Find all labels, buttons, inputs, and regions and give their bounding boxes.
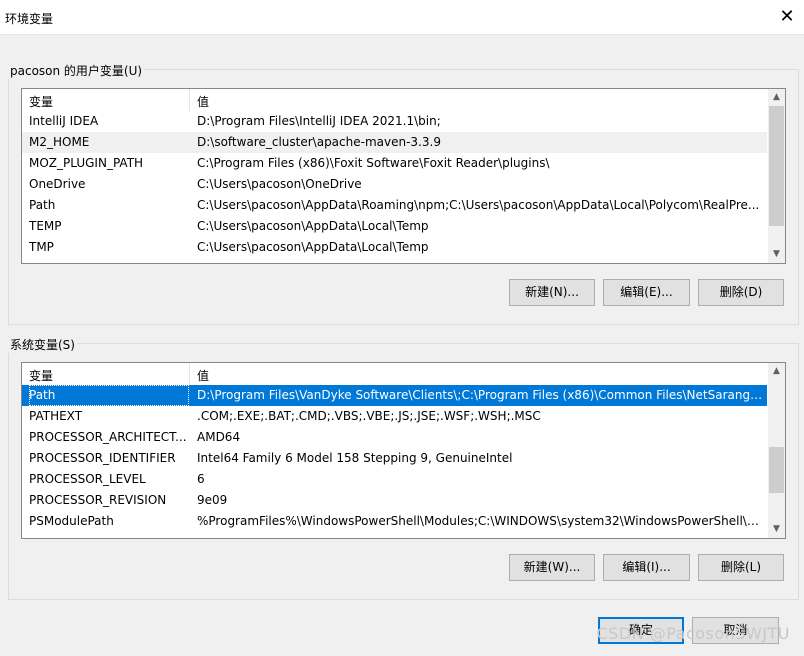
table-row[interactable]: Path D:\Program Files\VanDyke Software\Cl… xyxy=(22,385,767,406)
variable-name-cell: IntelliJ IDEA xyxy=(29,114,99,128)
table-row[interactable]: MOZ_PLUGIN_PATH C:\Program Files (x86)\Fo… xyxy=(22,153,767,174)
variable-value-cell: D:\Program Files\VanDyke Software\Client… xyxy=(197,388,763,402)
variable-value-cell: 9e09 xyxy=(197,493,228,507)
table-row[interactable]: PSModulePath %ProgramFiles%\WindowsPowerS… xyxy=(22,511,767,532)
variable-name-cell: PSModulePath xyxy=(29,514,114,528)
variable-name-cell: TEMP xyxy=(29,219,62,233)
scroll-thumb[interactable] xyxy=(769,106,784,226)
variable-value-cell: C:\Users\pacoson\AppData\Roaming\npm;C:\… xyxy=(197,198,760,212)
variable-name-cell: M2_HOME xyxy=(29,135,90,149)
variable-value-cell: C:\Users\pacoson\AppData\Local\Temp xyxy=(197,219,429,233)
variable-name-cell: TMP xyxy=(29,240,54,254)
window-title: 环境变量 xyxy=(5,12,54,26)
variable-value-cell: C:\Program Files (x86)\Foxit Software\Fo… xyxy=(197,156,550,170)
system-edit-button[interactable]: 编辑(I)... xyxy=(603,554,690,581)
column-divider[interactable] xyxy=(189,363,190,385)
table-row[interactable]: PROCESSOR_ARCHITECT... AMD64 xyxy=(22,427,767,448)
table-row[interactable]: PROCESSOR_LEVEL 6 xyxy=(22,469,767,490)
system-list-scrollbar[interactable]: ▲ ▼ xyxy=(768,363,785,538)
variable-name-cell: Path xyxy=(29,385,189,406)
column-header-variable[interactable]: 变量 xyxy=(29,93,53,110)
scroll-down-arrow-icon[interactable]: ▼ xyxy=(768,521,785,538)
system-variables-list[interactable]: 变量 值 Path D:\Program Files\VanDyke Softwa… xyxy=(21,362,786,539)
variable-value-cell: D:\Program Files\IntelliJ IDEA 2021.1\bi… xyxy=(197,114,441,128)
table-row[interactable]: OneDrive C:\Users\pacoson\OneDrive xyxy=(22,174,767,195)
user-variables-rows: IntelliJ IDEA D:\Program Files\IntelliJ I… xyxy=(22,111,767,258)
table-row[interactable]: TMP C:\Users\pacoson\AppData\Local\Temp xyxy=(22,237,767,258)
variable-name-cell: PROCESSOR_IDENTIFIER xyxy=(29,451,176,465)
variable-value-cell: .COM;.EXE;.BAT;.CMD;.VBS;.VBE;.JS;.JSE;.… xyxy=(197,409,541,423)
list-header: 变量 值 xyxy=(22,89,767,111)
system-delete-button[interactable]: 删除(L) xyxy=(698,554,784,581)
variable-name-cell: Path xyxy=(29,198,56,212)
watermark: CSDN @PacosonSWJTU xyxy=(596,624,790,643)
table-row[interactable]: PROCESSOR_IDENTIFIER Intel64 Family 6 Mod… xyxy=(22,448,767,469)
table-row[interactable]: TEMP C:\Users\pacoson\AppData\Local\Temp xyxy=(22,216,767,237)
user-edit-button[interactable]: 编辑(E)... xyxy=(603,279,690,306)
user-new-button[interactable]: 新建(N)... xyxy=(509,279,595,306)
variable-name-cell: PATHEXT xyxy=(29,409,83,423)
variable-value-cell: Intel64 Family 6 Model 158 Stepping 9, G… xyxy=(197,451,513,465)
variable-value-cell: C:\Users\pacoson\AppData\Local\Temp xyxy=(197,240,429,254)
column-header-value[interactable]: 值 xyxy=(197,93,209,110)
scroll-thumb[interactable] xyxy=(769,447,784,493)
system-variables-rows: Path D:\Program Files\VanDyke Software\Cl… xyxy=(22,385,767,532)
user-variables-list[interactable]: 变量 值 IntelliJ IDEA D:\Program Files\Intel… xyxy=(21,88,786,264)
table-row[interactable]: Path C:\Users\pacoson\AppData\Roaming\npm… xyxy=(22,195,767,216)
scroll-down-arrow-icon[interactable]: ▼ xyxy=(768,246,785,263)
title-bar: 环境变量 ✕ xyxy=(0,0,804,35)
user-delete-button[interactable]: 删除(D) xyxy=(698,279,784,306)
list-header: 变量 值 xyxy=(22,363,767,385)
variable-name-cell: PROCESSOR_REVISION xyxy=(29,493,167,507)
table-row[interactable]: IntelliJ IDEA D:\Program Files\IntelliJ I… xyxy=(22,111,767,132)
close-icon[interactable]: ✕ xyxy=(776,6,798,28)
column-header-value[interactable]: 值 xyxy=(197,367,209,384)
variable-name-cell: OneDrive xyxy=(29,177,86,191)
system-new-button[interactable]: 新建(W)... xyxy=(509,554,595,581)
column-header-variable[interactable]: 变量 xyxy=(29,367,53,384)
table-row[interactable]: PATHEXT .COM;.EXE;.BAT;.CMD;.VBS;.VBE;.JS… xyxy=(22,406,767,427)
variable-value-cell: C:\Users\pacoson\OneDrive xyxy=(197,177,362,191)
column-divider[interactable] xyxy=(189,89,190,111)
variable-value-cell: 6 xyxy=(197,472,205,486)
table-row[interactable]: PROCESSOR_REVISION 9e09 xyxy=(22,490,767,511)
scroll-up-arrow-icon[interactable]: ▲ xyxy=(768,363,785,380)
scroll-up-arrow-icon[interactable]: ▲ xyxy=(768,89,785,106)
table-row[interactable]: M2_HOME D:\software_cluster\apache-maven-… xyxy=(22,132,767,153)
variable-name-cell: MOZ_PLUGIN_PATH xyxy=(29,156,144,170)
variable-name-cell: PROCESSOR_ARCHITECT... xyxy=(29,430,187,444)
user-list-scrollbar[interactable]: ▲ ▼ xyxy=(768,89,785,263)
variable-value-cell: %ProgramFiles%\WindowsPowerShell\Modules… xyxy=(197,514,763,528)
user-variables-label: pacoson 的用户变量(U) xyxy=(8,62,145,79)
variable-value-cell: AMD64 xyxy=(197,430,241,444)
variable-value-cell: D:\software_cluster\apache-maven-3.3.9 xyxy=(197,135,441,149)
system-variables-label: 系统变量(S) xyxy=(8,336,77,353)
variable-name-cell: PROCESSOR_LEVEL xyxy=(29,472,146,486)
